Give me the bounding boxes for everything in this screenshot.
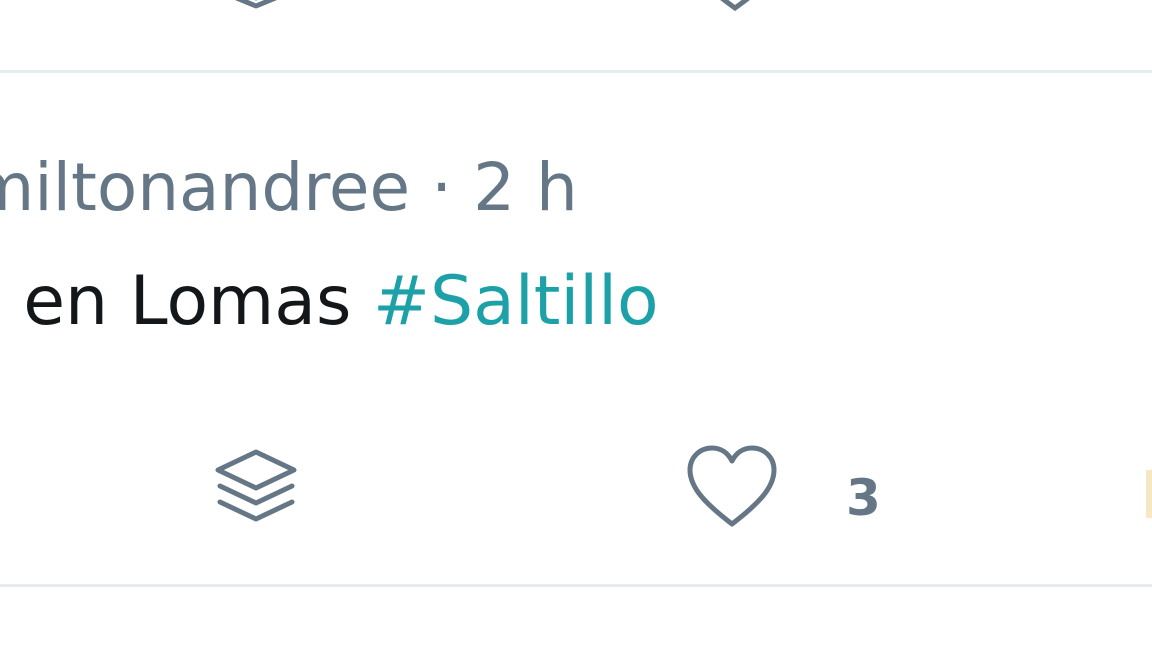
layers-icon[interactable]	[212, 446, 300, 530]
cutoff-action-icon	[1146, 470, 1152, 518]
tweet-text-content: o en Lomas	[0, 262, 374, 341]
prev-layers-icon[interactable]	[214, 0, 298, 16]
tweet-meta: miltonandree · 2 h	[0, 148, 578, 228]
tweet-hashtag[interactable]: #Saltillo	[373, 262, 659, 341]
bottom-divider	[0, 584, 1152, 587]
prev-heart-icon[interactable]	[690, 0, 780, 14]
tweet-time[interactable]: 2 h	[473, 149, 578, 226]
like-count: 3	[846, 469, 881, 527]
tweet-text: o en Lomas #Saltillo	[0, 262, 659, 342]
heart-icon[interactable]	[684, 444, 780, 532]
meta-separator: ·	[431, 149, 453, 226]
tweet-username[interactable]: miltonandree	[0, 149, 410, 226]
top-divider	[0, 70, 1152, 73]
